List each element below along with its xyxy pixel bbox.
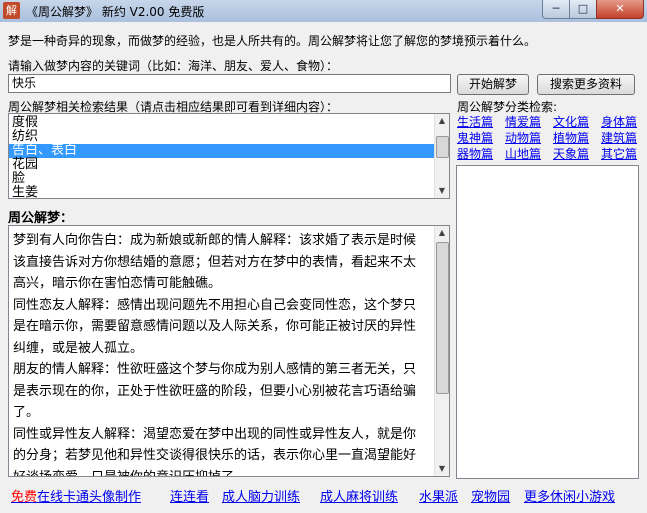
results-listbox[interactable]: 度假 纺织 告白、表白 花园 脸 生姜 ▲ ▼	[8, 113, 450, 199]
category-link[interactable]: 身体篇	[601, 113, 637, 130]
category-panel	[456, 165, 639, 479]
title-bar[interactable]: 解 《周公解梦》 新约 V2.00 免费版 ─ □ ✕	[0, 0, 647, 22]
category-link[interactable]: 其它篇	[601, 145, 637, 162]
keyword-input[interactable]: 快乐	[8, 74, 451, 93]
category-link[interactable]: 动物篇	[505, 129, 541, 146]
scroll-down-icon[interactable]: ▼	[435, 462, 449, 476]
window-title: 《周公解梦》 新约 V2.00 免费版	[26, 5, 205, 19]
keyword-prompt: 请输入做梦内容的关键词（比如：海洋、朋友、爱人、食物）：	[8, 59, 339, 73]
scroll-thumb[interactable]	[436, 242, 449, 394]
result-item[interactable]: 生姜	[9, 186, 436, 199]
minimize-button[interactable]: ─	[542, 0, 570, 19]
footer-link-mahjong[interactable]: 成人麻将训练	[320, 486, 398, 505]
result-item[interactable]: 纺织	[9, 130, 436, 144]
results-scrollbar[interactable]: ▲ ▼	[434, 114, 449, 198]
result-item[interactable]: 脸	[9, 172, 436, 186]
close-button[interactable]: ✕	[596, 0, 644, 19]
footer-link-brain-training[interactable]: 成人脑力训练	[222, 486, 300, 505]
result-item[interactable]: 度假	[9, 116, 436, 130]
scroll-up-icon[interactable]: ▲	[435, 114, 449, 128]
free-prefix: 免费	[11, 490, 38, 505]
interpretation-heading: 周公解梦：	[8, 211, 74, 226]
category-link[interactable]: 生活篇	[457, 113, 493, 130]
category-link[interactable]: 文化篇	[553, 113, 589, 130]
footer-link-pet[interactable]: 宠物园	[471, 486, 510, 505]
search-more-button[interactable]: 搜索更多资料	[537, 74, 635, 95]
intro-text: 梦是一种奇异的现象，而做梦的经验，也是人所共有的。周公解梦将让您了解您的梦境预示…	[8, 34, 537, 48]
category-link[interactable]: 天象篇	[553, 145, 589, 162]
start-interpret-button[interactable]: 开始解梦	[457, 74, 529, 95]
app-window: 解 《周公解梦》 新约 V2.00 免费版 ─ □ ✕ 梦是一种奇异的现象，而做…	[0, 0, 647, 513]
category-link[interactable]: 山地篇	[505, 145, 541, 162]
scroll-down-icon[interactable]: ▼	[435, 184, 449, 198]
result-item-selected[interactable]: 告白、表白	[9, 144, 436, 158]
category-link[interactable]: 器物篇	[457, 145, 493, 162]
maximize-button[interactable]: □	[569, 0, 597, 19]
footer-link-lianliankan[interactable]: 连连看	[170, 486, 209, 505]
app-icon: 解	[3, 2, 20, 19]
scroll-up-icon[interactable]: ▲	[435, 226, 449, 240]
interpretation-scrollbar[interactable]: ▲ ▼	[434, 226, 449, 476]
footer-link-label: 在线卡通头像制作	[37, 490, 142, 505]
result-item[interactable]: 花园	[9, 158, 436, 172]
category-link[interactable]: 鬼神篇	[457, 129, 493, 146]
interpretation-textarea[interactable]: 梦到有人向你告白：成为新娘或新郎的情人解释：该求婚了表示是时候该直接告诉对方你想…	[8, 225, 450, 477]
scroll-thumb[interactable]	[436, 136, 449, 158]
footer-link-avatar[interactable]: 免费在线卡通头像制作	[11, 486, 141, 505]
footer-links: 免费在线卡通头像制作 连连看 成人脑力训练 成人麻将训练 水果派 宠物园 更多休…	[0, 478, 647, 513]
interpretation-text: 梦到有人向你告白：成为新娘或新郎的情人解释：该求婚了表示是时候该直接告诉对方你想…	[13, 233, 417, 477]
footer-link-more-games[interactable]: 更多休闲小游戏	[524, 486, 615, 505]
footer-link-fruit[interactable]: 水果派	[419, 486, 458, 505]
category-link[interactable]: 植物篇	[553, 129, 589, 146]
category-link[interactable]: 建筑篇	[601, 129, 637, 146]
category-link[interactable]: 情爱篇	[505, 113, 541, 130]
